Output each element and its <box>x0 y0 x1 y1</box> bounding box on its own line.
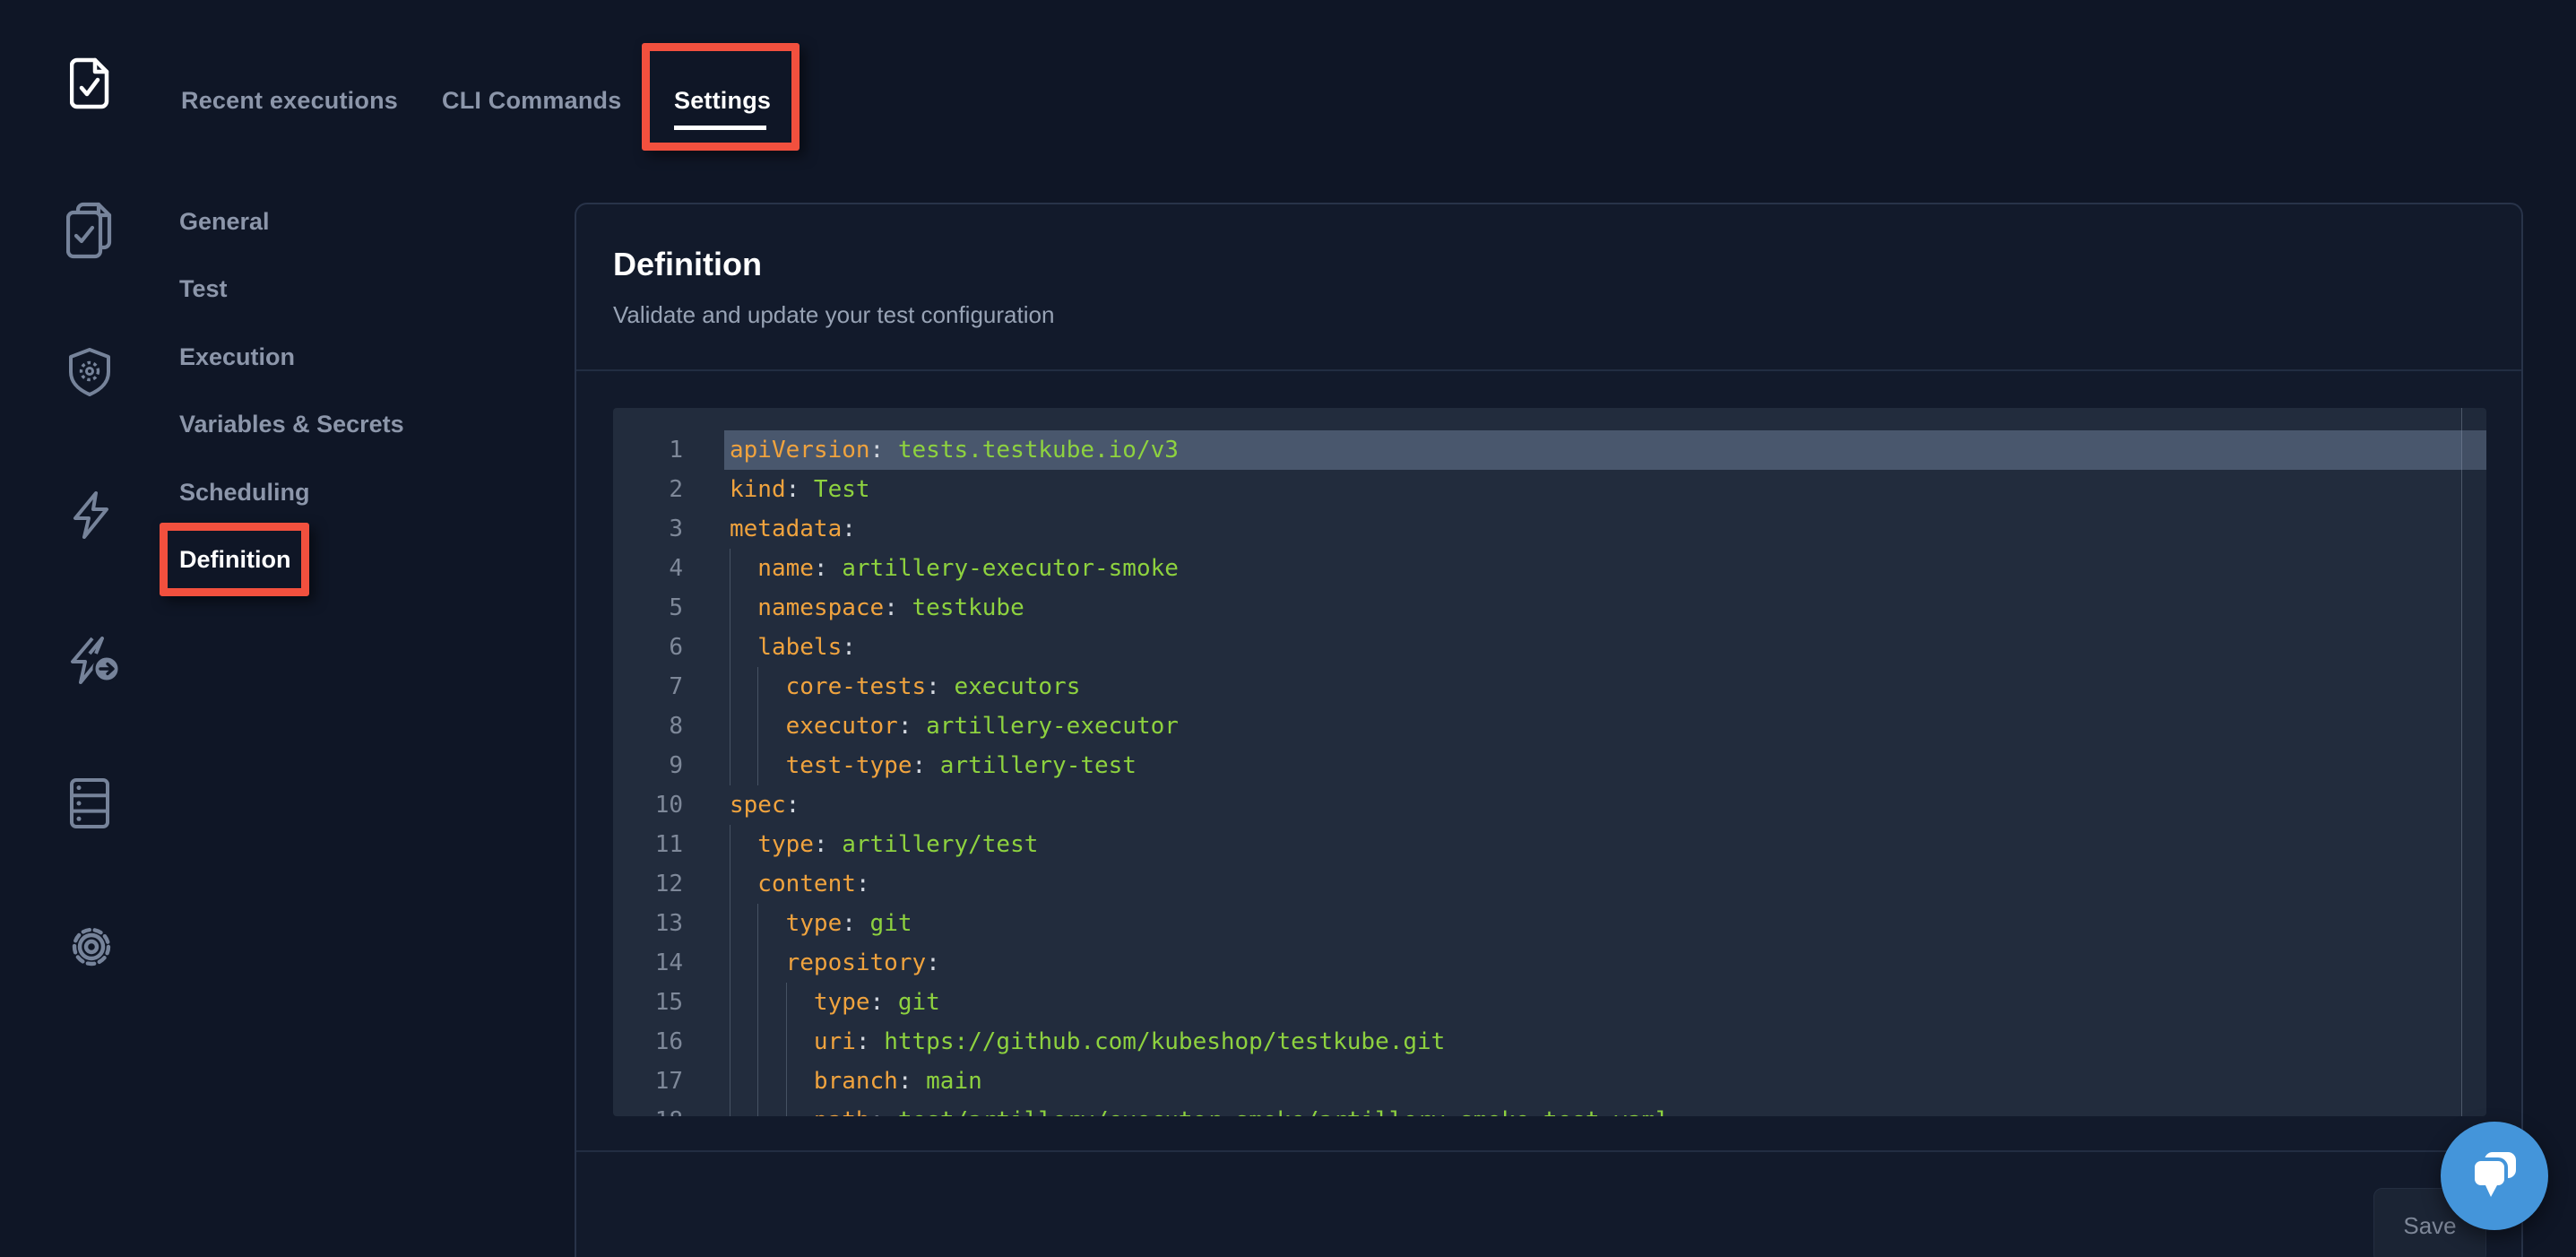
code-text: type: git <box>724 983 2486 1022</box>
line-number: 17 <box>613 1062 724 1101</box>
code-line[interactable]: 16 uri: https://github.com/kubeshop/test… <box>613 1022 2486 1062</box>
code-text: branch: main <box>724 1062 2486 1101</box>
code-text: type: git <box>724 904 2486 943</box>
code-line[interactable]: 1apiVersion: tests.testkube.io/v3 <box>613 430 2486 470</box>
code-line[interactable]: 6 labels: <box>613 628 2486 667</box>
line-number: 13 <box>613 904 724 943</box>
code-line[interactable]: 7 core-tests: executors <box>613 667 2486 707</box>
chat-bubbles-icon <box>2467 1146 2522 1206</box>
indent-guide <box>757 667 758 707</box>
line-number: 9 <box>613 746 724 785</box>
line-number: 12 <box>613 864 724 904</box>
line-number: 7 <box>613 667 724 707</box>
code-lines: 1apiVersion: tests.testkube.io/v32kind: … <box>613 430 2486 1116</box>
line-number: 5 <box>613 588 724 628</box>
line-number: 16 <box>613 1022 724 1062</box>
code-text: spec: <box>724 785 2486 825</box>
code-line[interactable]: 13 type: git <box>613 904 2486 943</box>
editor-scrollbar[interactable] <box>2461 408 2486 1116</box>
indent-guide <box>757 943 758 983</box>
tab-recent-executions[interactable]: Recent executions <box>181 86 398 115</box>
code-text: metadata: <box>724 509 2486 549</box>
code-text: labels: <box>724 628 2486 667</box>
code-line[interactable]: 10spec: <box>613 785 2486 825</box>
code-text: apiVersion: tests.testkube.io/v3 <box>724 430 2486 470</box>
panel-subtitle: Validate and update your test configurat… <box>613 301 1054 329</box>
indent-guide <box>786 1101 787 1116</box>
panel-footer-divider <box>576 1150 2521 1152</box>
indent-guide <box>757 983 758 1022</box>
line-number: 14 <box>613 943 724 983</box>
indent-guide <box>786 1062 787 1101</box>
panel-header-divider <box>576 369 2521 371</box>
indent-guide <box>786 983 787 1022</box>
code-line[interactable]: 15 type: git <box>613 983 2486 1022</box>
code-text: executor: artillery-executor <box>724 707 2486 746</box>
lightning-icon[interactable] <box>70 491 111 544</box>
gear-icon[interactable] <box>68 922 115 976</box>
line-number: 6 <box>613 628 724 667</box>
code-text: kind: Test <box>724 470 2486 509</box>
definition-panel: Definition Validate and update your test… <box>575 203 2523 1257</box>
code-text: test-type: artillery-test <box>724 746 2486 785</box>
code-text: repository: <box>724 943 2486 983</box>
menu-item-test[interactable]: Test <box>179 274 228 303</box>
yaml-editor[interactable]: 1apiVersion: tests.testkube.io/v32kind: … <box>613 408 2486 1116</box>
indent-guide <box>757 1022 758 1062</box>
indent-guide <box>757 746 758 785</box>
lightning-arrow-icon[interactable] <box>69 637 121 689</box>
code-line[interactable]: 18 path: test/artillery/executor-smoke/a… <box>613 1101 2486 1116</box>
line-number: 11 <box>613 825 724 864</box>
code-line[interactable]: 3metadata: <box>613 509 2486 549</box>
app-root: Recent executions CLI Commands Settings <box>0 0 2576 1257</box>
code-text: namespace: testkube <box>724 588 2486 628</box>
document-check-icon <box>70 57 109 114</box>
code-line[interactable]: 5 namespace: testkube <box>613 588 2486 628</box>
code-text: type: artillery/test <box>724 825 2486 864</box>
menu-item-execution[interactable]: Execution <box>179 342 295 371</box>
code-text: content: <box>724 864 2486 904</box>
shield-gear-icon[interactable] <box>69 348 110 401</box>
code-line[interactable]: 4 name: artillery-executor-smoke <box>613 549 2486 588</box>
code-line[interactable]: 17 branch: main <box>613 1062 2486 1101</box>
code-line[interactable]: 11 type: artillery/test <box>613 825 2486 864</box>
line-number: 8 <box>613 707 724 746</box>
menu-item-scheduling[interactable]: Scheduling <box>179 478 310 507</box>
line-number: 1 <box>613 430 724 470</box>
line-number: 10 <box>613 785 724 825</box>
chat-launcher-button[interactable] <box>2441 1122 2548 1230</box>
panel-title: Definition <box>613 246 762 283</box>
line-number: 4 <box>613 549 724 588</box>
code-line[interactable]: 2kind: Test <box>613 470 2486 509</box>
code-text: name: artillery-executor-smoke <box>724 549 2486 588</box>
tab-cli-commands[interactable]: CLI Commands <box>442 86 621 115</box>
indent-guide <box>757 904 758 943</box>
menu-item-definition[interactable]: Definition <box>179 545 290 574</box>
code-line[interactable]: 14 repository: <box>613 943 2486 983</box>
documents-check-icon[interactable] <box>66 202 117 264</box>
code-text: uri: https://github.com/kubeshop/testkub… <box>724 1022 2486 1062</box>
menu-item-general[interactable]: General <box>179 207 270 236</box>
code-line[interactable]: 12 content: <box>613 864 2486 904</box>
menu-item-variables-secrets[interactable]: Variables & Secrets <box>179 410 404 438</box>
line-number: 15 <box>613 983 724 1022</box>
code-line[interactable]: 8 executor: artillery-executor <box>613 707 2486 746</box>
code-line[interactable]: 9 test-type: artillery-test <box>613 746 2486 785</box>
line-number: 18 <box>613 1101 724 1116</box>
indent-guide <box>786 1022 787 1062</box>
line-number: 3 <box>613 509 724 549</box>
active-tab-underline <box>674 126 766 130</box>
code-text: path: test/artillery/executor-smoke/arti… <box>724 1101 2486 1116</box>
indent-guide <box>757 1101 758 1116</box>
indent-guide <box>757 707 758 746</box>
tab-settings[interactable]: Settings <box>674 86 771 115</box>
line-number: 2 <box>613 470 724 509</box>
code-text: core-tests: executors <box>724 667 2486 707</box>
server-icon[interactable] <box>70 778 109 833</box>
indent-guide <box>757 1062 758 1101</box>
